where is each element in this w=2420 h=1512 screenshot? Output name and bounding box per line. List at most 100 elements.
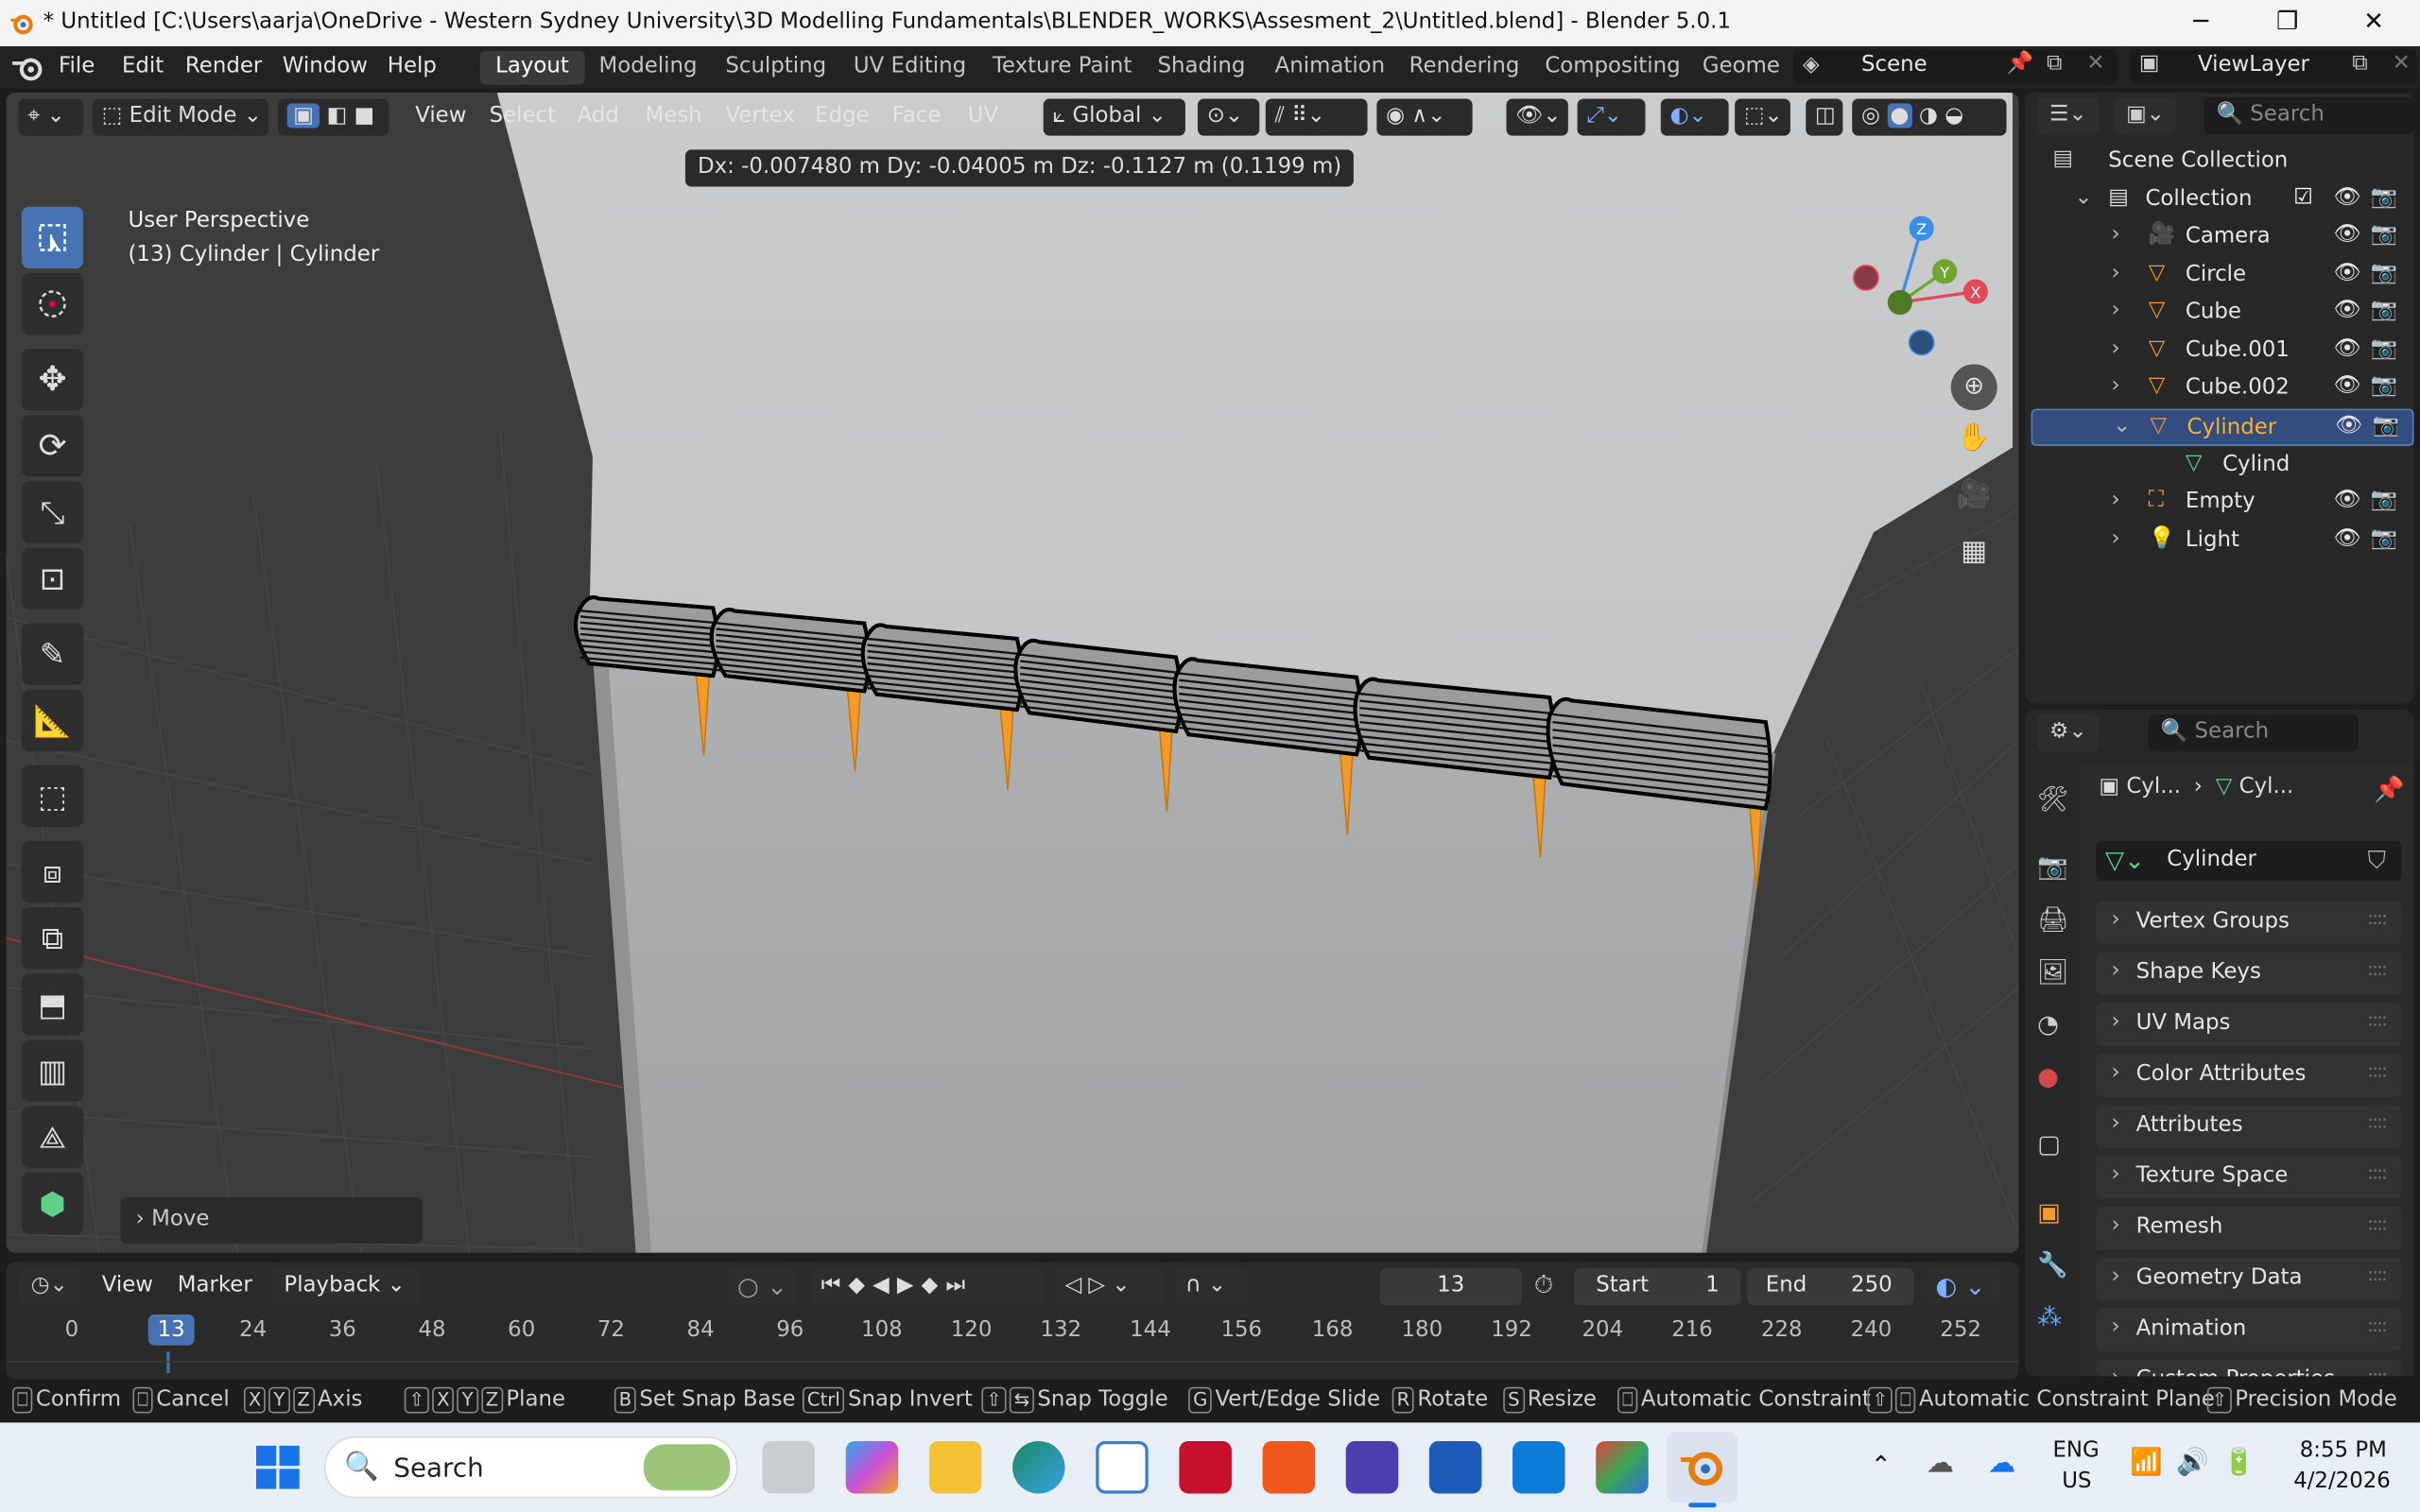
eye-icon[interactable]: 👁: [2334, 222, 2361, 247]
outliner-collection[interactable]: ⌄ ▤ Collection ☑ 👁 📷: [2031, 182, 2414, 219]
vertex-select-icon[interactable]: ▣: [286, 103, 320, 129]
snap-button[interactable]: ⫽ ⠿⌄: [1265, 98, 1368, 136]
poly-build-tool[interactable]: ⬢: [21, 1172, 84, 1235]
render-camera-icon[interactable]: 📷: [2371, 298, 2397, 322]
neg-z-axis-icon[interactable]: [1908, 329, 1935, 356]
transform-orientation[interactable]: ⟀ Global ⌄: [1043, 98, 1185, 136]
loop-cut-tool[interactable]: ▥: [21, 1040, 84, 1102]
delete-viewlayer-icon[interactable]: ✕: [2393, 51, 2411, 76]
move-tool[interactable]: ✥: [21, 348, 84, 411]
world-tab-icon[interactable]: ●: [2037, 1061, 2074, 1098]
pan-hand-icon[interactable]: ✋: [1951, 421, 1997, 468]
chevron-down-icon[interactable]: ⌄: [2113, 414, 2131, 438]
wifi-icon[interactable]: 📶: [2130, 1447, 2163, 1478]
outliner-item-cube-002[interactable]: › ▽ Cube.002 👁 📷: [2031, 370, 2414, 407]
chevron-right-icon[interactable]: ›: [2112, 298, 2120, 322]
tab-compositing[interactable]: Compositing: [1530, 51, 1696, 85]
menu-window[interactable]: Window: [283, 54, 368, 78]
render-camera-icon[interactable]: 📷: [2371, 336, 2397, 361]
git-app-icon[interactable]: [1596, 1440, 1649, 1494]
viewlayer-selector[interactable]: ▣ ViewLayer ⧉ ✕: [2130, 49, 2417, 85]
eye-icon[interactable]: 👁: [2335, 414, 2362, 438]
chevron-right-icon[interactable]: ›: [2112, 374, 2120, 399]
chevron-right-icon[interactable]: ›: [2112, 336, 2120, 361]
shading-buttons[interactable]: ◎ ● ◑ ◒: [1852, 98, 2007, 136]
onedrive-icon[interactable]: ☁: [1988, 1447, 2015, 1479]
outliner-item-cube-001[interactable]: › ▽ Cube.001 👁 📷: [2031, 333, 2414, 369]
camera-view-icon[interactable]: 🎥: [1951, 478, 1997, 524]
last-operator-panel[interactable]: › Move: [120, 1196, 424, 1244]
tool-tab-icon[interactable]: 🛠: [2037, 783, 2074, 820]
panel-uv-maps[interactable]: › UV Maps::::: [2096, 1003, 2402, 1046]
outliner-item-empty[interactable]: › ⛶ Empty 👁 📷: [2031, 485, 2414, 522]
windows-start-icon[interactable]: [254, 1444, 301, 1490]
vp-menu-edge[interactable]: Edge: [815, 103, 870, 128]
vp-menu-view[interactable]: View: [415, 103, 466, 128]
chevron-down-icon[interactable]: ⌄: [2074, 185, 2092, 210]
zoom-icon[interactable]: ⊕: [1950, 364, 1997, 411]
panel-color-attributes[interactable]: › Color Attributes::::: [2096, 1054, 2402, 1097]
material-shading-icon[interactable]: ◑: [1919, 103, 1938, 128]
render-camera-icon[interactable]: 📷: [2371, 525, 2397, 550]
region-label[interactable]: US: [2062, 1469, 2091, 1493]
eye-icon[interactable]: 👁: [2334, 488, 2361, 512]
chevron-up-icon[interactable]: ⌃: [1871, 1451, 1892, 1480]
scale-tool[interactable]: ⤡: [21, 481, 84, 543]
tab-layout[interactable]: Layout: [479, 50, 585, 85]
vp-menu-face[interactable]: Face: [892, 103, 942, 128]
menu-edit[interactable]: Edit: [122, 54, 164, 78]
pin-icon[interactable]: 📌: [2374, 775, 2405, 804]
menu-help[interactable]: Help: [388, 54, 437, 78]
mesh-datablock-field[interactable]: ▽⌄ Cylinder ⛉: [2096, 840, 2402, 882]
blender-taskbar-icon[interactable]: [1667, 1432, 1738, 1503]
exclude-checkbox[interactable]: ☑: [2293, 185, 2313, 210]
tab-texture-paint[interactable]: Texture Paint: [977, 51, 1147, 85]
outliner-scene-collection[interactable]: ▤ Scene Collection: [2031, 144, 2414, 180]
tab-uv-editing[interactable]: UV Editing: [838, 51, 982, 85]
neg-x-axis-icon[interactable]: [1853, 265, 1879, 291]
vp-menu-add[interactable]: Add: [578, 103, 619, 128]
maximize-button[interactable]: ❐: [2256, 7, 2318, 41]
render-camera-icon[interactable]: 📷: [2371, 374, 2397, 399]
inset-tool[interactable]: ⧉: [21, 907, 84, 970]
outliner-item-cylinder[interactable]: ⌄ ▽ Cylinder 👁 📷: [2031, 408, 2414, 446]
drag-handle-icon[interactable]: ::::: [2367, 1111, 2388, 1133]
outliner-editor-type[interactable]: ☰⌄: [2037, 96, 2100, 135]
knife-tool[interactable]: ⟁: [21, 1106, 84, 1168]
vp-menu-mesh[interactable]: Mesh: [645, 103, 701, 128]
outliner-item-cube[interactable]: › ▽ Cube 👁 📷: [2031, 295, 2414, 332]
render-camera-icon[interactable]: 📷: [2371, 222, 2397, 247]
overlays-button[interactable]: ◐⌄: [1660, 98, 1729, 136]
blender-menu-icon[interactable]: [10, 54, 44, 81]
neg-y-axis-icon[interactable]: [1887, 289, 1912, 316]
wireframe-shading-icon[interactable]: ◎: [1861, 103, 1880, 128]
render-camera-icon[interactable]: 📷: [2371, 185, 2397, 210]
eye-icon[interactable]: 👁: [2334, 336, 2361, 361]
object-tab-icon[interactable]: ▣: [2037, 1197, 2074, 1234]
shark-app-icon[interactable]: [1428, 1440, 1482, 1494]
ms-store-icon[interactable]: [1096, 1440, 1149, 1494]
vscode-icon[interactable]: [1512, 1440, 1565, 1494]
drag-handle-icon[interactable]: ::::: [2367, 1009, 2388, 1031]
drag-handle-icon[interactable]: ::::: [2367, 958, 2388, 980]
new-viewlayer-icon[interactable]: ⧉: [2352, 51, 2367, 76]
collection-tab-icon[interactable]: ▢: [2037, 1129, 2074, 1166]
brave-browser-icon[interactable]: [1262, 1440, 1316, 1494]
modifier-tab-icon[interactable]: 🔧: [2037, 1249, 2074, 1286]
outliner-item-camera[interactable]: › 🎥 Camera 👁 📷: [2031, 219, 2414, 256]
select-box-tool[interactable]: [21, 206, 84, 269]
scene-tab-icon[interactable]: ◔: [2037, 1009, 2074, 1046]
panel-animation[interactable]: › Animation::::: [2096, 1308, 2402, 1352]
3d-viewport[interactable]: ⌖ ⌄ ⬚ Edit Mode ⌄ ▣ ◧ ■ View Select Add …: [6, 92, 2019, 1253]
mcafee-icon[interactable]: [1179, 1440, 1232, 1494]
copilot-icon[interactable]: [845, 1440, 899, 1494]
add-cube-tool[interactable]: ⬚: [21, 765, 84, 828]
panel-remesh[interactable]: › Remesh::::: [2096, 1206, 2402, 1250]
volume-icon[interactable]: 🔊: [2176, 1447, 2209, 1478]
task-view-icon[interactable]: [762, 1440, 816, 1494]
fake-user-shield-icon[interactable]: ⛉: [2368, 846, 2387, 877]
xray-button[interactable]: ◫: [1806, 98, 1843, 136]
visibility-button[interactable]: 👁⌄: [1506, 98, 1568, 136]
ortho-toggle-icon[interactable]: ▦: [1951, 536, 1997, 582]
eye-icon[interactable]: 👁: [2334, 525, 2361, 550]
